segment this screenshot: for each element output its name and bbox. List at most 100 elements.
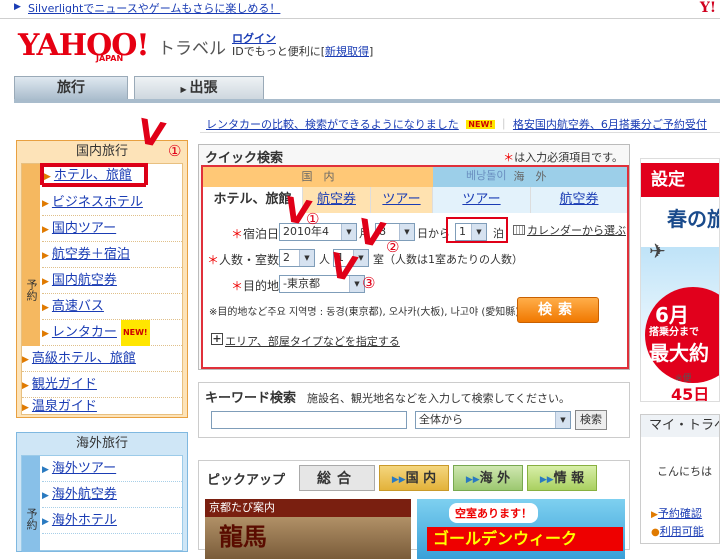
search-button[interactable]: 検索: [517, 297, 599, 323]
form-fields: ＊宿泊日： 2010年4 月 8 日から 1 泊 カレンダーから選ぶ ＊人数・室…: [203, 213, 627, 367]
sidebar-item-rentacar[interactable]: ▶ レンタカー NEW!: [42, 320, 182, 346]
keyword-scope-select[interactable]: 全体から: [415, 411, 571, 429]
category-overseas: 海 外: [433, 167, 627, 187]
my-travel-link-points[interactable]: ●利用可能: [651, 523, 704, 539]
keyword-search-desc: 施設名、観光地名などを入力して検索してください。: [307, 392, 571, 405]
annotation-number-1b: ①: [306, 210, 320, 228]
triangle-icon: ▶: [42, 329, 49, 339]
new-badge: NEW!: [466, 120, 495, 129]
banner-headline: 龍馬: [219, 523, 267, 551]
link-label: 利用可能: [659, 525, 704, 538]
triangle-icon: ▶: [22, 355, 29, 365]
annotation-number-2: ②: [386, 238, 400, 256]
reserve-label: 予約: [22, 456, 40, 552]
keyword-input[interactable]: [211, 411, 407, 429]
triangle-icon: ▶: [42, 199, 49, 209]
yahoo-mini-logo[interactable]: Y!: [700, 0, 716, 16]
my-travel-link-reservations[interactable]: ▶予約確認: [651, 505, 702, 521]
pickup-banner-kyoto[interactable]: 京都たび案内 龍馬: [205, 499, 411, 559]
sidebar-item-overseas-tour[interactable]: ▶ 海外ツアー: [42, 456, 182, 482]
triangle-icon: ▶: [42, 517, 49, 527]
sidebar-item-label: 高級ホテル、旅館: [31, 351, 136, 366]
divider: [200, 132, 720, 133]
yahoo-logo-sub: JAPAN: [96, 54, 124, 63]
pickup-tab-label: 海 外: [479, 471, 511, 486]
quick-search-form: 国 内 海 外 ホテル、旅館 航空券 ツアー ツアー 航空券 ＊宿泊日： 201…: [201, 165, 629, 369]
triangle-icon: ▶: [22, 403, 29, 413]
triangle-icon: ▶: [651, 510, 658, 520]
new-badge: NEW!: [120, 320, 150, 346]
guests-suffix: 人: [319, 253, 330, 266]
triangle-icon: ▶: [42, 277, 49, 287]
required-mark: ＊: [503, 151, 515, 164]
yahoo-logo[interactable]: YAHOO!: [18, 28, 150, 63]
required-note-text: は入力必須項目です。: [514, 151, 623, 164]
calendar-link[interactable]: カレンダーから選ぶ: [527, 222, 626, 238]
sidebar-item-sightseeing[interactable]: ▶ 観光ガイド: [22, 372, 182, 398]
pickup-tab-info[interactable]: ▶▶情 報: [527, 465, 597, 491]
keyword-search-title: キーワード検索: [205, 391, 297, 406]
my-travel-title: マイ・トラベル: [641, 415, 719, 437]
triangle-icon: ▶: [42, 303, 49, 313]
pickup-title: ピックアップ: [207, 473, 286, 488]
sidebar-item-business-hotel[interactable]: ▶ ビジネスホテル: [42, 190, 182, 216]
keyword-search-button[interactable]: 検索: [575, 410, 607, 430]
sidebar-item-label: 国内航空券: [51, 273, 117, 288]
quick-search-panel: クイック検索 ＊は入力必須項目です。 国 内 海 外 ホテル、旅館 航空券 ツア…: [198, 144, 630, 370]
required-mark: ＊: [207, 253, 220, 267]
sidebar-item-domestic-tour[interactable]: ▶ 国内ツアー: [42, 216, 182, 242]
sidebar-item-air-hotel[interactable]: ▶ 航空券＋宿泊: [42, 242, 182, 268]
pickup-tab-overseas[interactable]: ▶▶海 外: [453, 465, 523, 491]
silverlight-promo-link[interactable]: Silverlightでニュースやゲームもさらに楽しめる！: [28, 0, 280, 16]
airplane-icon: ✈: [649, 239, 666, 263]
tab-business-label: 出張: [189, 80, 218, 96]
sidebar-item-onsen[interactable]: ▶ 温泉ガイド: [22, 398, 182, 416]
divider: [0, 18, 720, 19]
annotation-number-3: ③: [362, 274, 376, 292]
calendar-icon[interactable]: [513, 225, 525, 235]
sidebar-item-label: 高速バス: [51, 299, 104, 314]
tab-overseas-air[interactable]: 航空券: [531, 187, 627, 213]
banner-caption: 京都たび案内: [205, 499, 411, 517]
ad-line1: 搭乗分まで: [649, 327, 699, 338]
sidebar-item-highway-bus[interactable]: ▶ 高速バス: [42, 294, 182, 320]
sidebar-item-label: 海外航空券: [51, 487, 117, 502]
sidebar-item-overseas-hotel[interactable]: ▶ 海外ホテル: [42, 508, 182, 534]
overseas-list: 予約 ▶ 海外ツアー ▶ 海外航空券 ▶ 海外ホテル: [21, 455, 183, 552]
register-link[interactable]: 新規取得: [325, 45, 369, 58]
service-name: トラベル: [158, 39, 226, 59]
domestic-list: 予約 ▶ ホテル、旅館 ▶ ビジネスホテル ▶ 国内ツアー ▶ 航空券＋宿泊 ▶ 国内航空…: [21, 163, 183, 415]
sidebar-item-label: 航空券＋宿泊: [51, 247, 130, 262]
destination-example: ※目的地など주요 지역명 : 동경(東京都), 오사카(大板), 나고야 (愛知…: [209, 307, 520, 318]
news-link-airfare[interactable]: 格安国内航空券、6月搭乗分ご予約受付: [513, 118, 707, 131]
more-options-link[interactable]: エリア、部屋タイプなどを指定する: [225, 333, 400, 349]
tab-underline: [14, 99, 720, 103]
annotation-box-hotel: [40, 163, 148, 185]
sidebar-item-label: 海外ホテル: [51, 513, 117, 528]
required-mark: ＊: [231, 227, 244, 241]
overseas-title: 海外旅行: [75, 436, 128, 451]
guests-select[interactable]: 2: [279, 249, 315, 267]
pickup-tab-domestic[interactable]: ▶▶国 内: [379, 465, 449, 491]
sidebar-item-label: 観光ガイド: [31, 377, 97, 392]
pickup-tab-all[interactable]: 総合: [299, 465, 375, 491]
double-arrow-icon: ▶▶: [391, 475, 406, 485]
ad-banner[interactable]: 設定 春の旅 ✈ 6月 搭乗分まで 最大約 ※便 45日: [640, 158, 720, 402]
tab-overseas-tour[interactable]: ツアー: [433, 187, 531, 213]
sidebar-item-label: ビジネスホテル: [51, 195, 143, 210]
news-link-rentacar[interactable]: レンタカーの比較、検索ができるようになりました: [206, 118, 459, 131]
sidebar-item-label: 温泉ガイド: [31, 399, 97, 414]
sidebar-item-overseas-air[interactable]: ▶ 海外航空券: [42, 482, 182, 508]
ad-line4: 45日: [671, 385, 710, 402]
sidebar-item-luxury-hotel[interactable]: ▶ 高級ホテル、旅館: [22, 346, 182, 372]
pickup-banner-gw[interactable]: 空室あります！ ゴールデンウィーク: [417, 499, 625, 559]
tab-domestic-tour[interactable]: ツアー: [371, 187, 433, 213]
tab-travel[interactable]: 旅行: [14, 76, 128, 100]
tab-business-trip[interactable]: ▶ 出張: [134, 76, 264, 100]
sidebar-item-domestic-air[interactable]: ▶ 国内航空券: [42, 268, 182, 294]
login-note: IDでもっと便利に[新規取得]: [232, 43, 373, 59]
plus-icon[interactable]: +: [211, 333, 223, 345]
banner-band: ゴールデンウィーク: [427, 527, 623, 551]
banner-bubble: 空室あります！: [449, 503, 538, 523]
login-note-text: IDでもっと便利に[: [232, 45, 326, 58]
